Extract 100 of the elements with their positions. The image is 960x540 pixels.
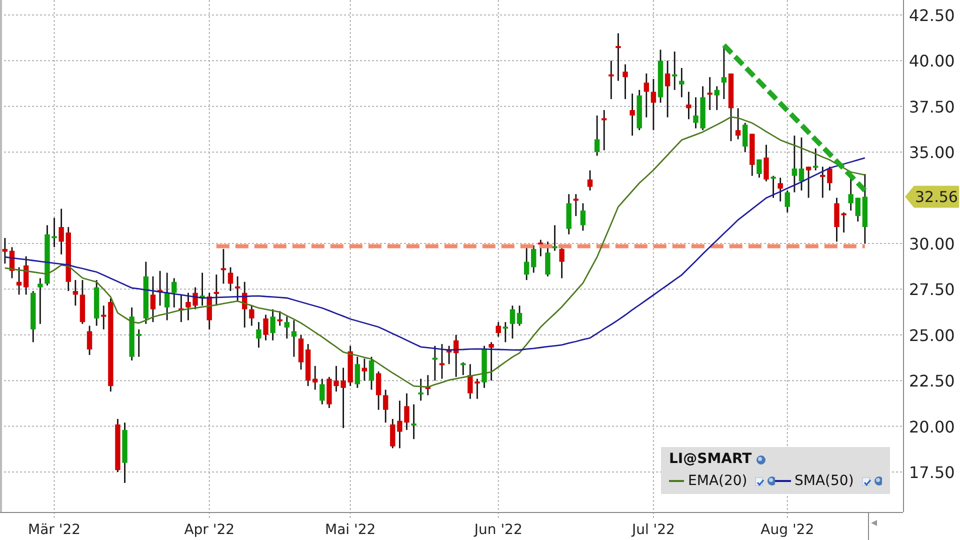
globe-icon[interactable] (756, 454, 766, 465)
line-swatch-icon (669, 479, 684, 484)
candlestick (425, 375, 430, 396)
candlestick (468, 364, 473, 399)
candlestick (242, 282, 248, 328)
candlestick (608, 60, 614, 100)
candlestick (566, 194, 572, 234)
candlestick (136, 329, 142, 357)
legend-title: LI@SMART (669, 451, 752, 468)
candlestick (482, 346, 487, 388)
candlestick (320, 378, 325, 404)
price-tag: 32.56 (905, 186, 959, 208)
candlestick (38, 278, 43, 324)
candlestick (172, 278, 177, 308)
candlestick (129, 307, 134, 360)
candlestick (587, 170, 593, 190)
candlestick (784, 190, 790, 212)
y-axis-label: 42.50 (909, 6, 955, 25)
candlestick (214, 274, 219, 306)
candlestick (531, 245, 536, 273)
candlestick (411, 404, 416, 440)
candlestick (256, 322, 262, 348)
candlestick (334, 366, 339, 392)
candlestick (348, 346, 353, 386)
candlestick (827, 166, 832, 190)
candlestick (616, 33, 621, 81)
candlestick (644, 73, 649, 118)
checkbox[interactable] (755, 476, 764, 486)
candlestick (200, 272, 205, 306)
candlestick (693, 97, 698, 128)
candlestick (855, 198, 860, 222)
x-axis-label: Aug '22 (760, 522, 814, 538)
candlestick (545, 242, 550, 276)
candlestick (778, 178, 783, 202)
candlestick (354, 356, 360, 388)
candlestick (841, 212, 846, 232)
candlestick (249, 306, 254, 326)
x-axis-label: Jun '22 (474, 522, 522, 538)
candlestick (496, 322, 501, 337)
legend-label: SMA(50) (794, 472, 854, 490)
candlestick (750, 134, 755, 176)
globe-icon[interactable] (767, 476, 776, 486)
candlestick (206, 292, 212, 330)
candlestick (66, 227, 71, 291)
candlestick (686, 92, 692, 120)
candlestick (700, 86, 706, 130)
x-axis-label: Mai '22 (325, 522, 376, 538)
candlestick (559, 245, 564, 278)
candlestick (672, 52, 678, 90)
candlestick (418, 378, 424, 401)
candlestick (397, 400, 402, 448)
globe-icon[interactable] (874, 476, 882, 486)
candlestick (594, 116, 600, 156)
candlestick (52, 218, 57, 248)
candlestick (404, 393, 410, 430)
candlestick (538, 240, 544, 256)
legend-label: EMA(20) (688, 472, 748, 490)
candlestick (474, 378, 480, 399)
line-swatch-icon (775, 479, 791, 484)
candlestick (834, 198, 840, 242)
candlestick (770, 176, 776, 198)
y-axis-label: 30.00 (909, 234, 955, 254)
y-axis-label: 27.50 (909, 280, 955, 300)
candlestick (101, 306, 106, 330)
y-axis-label: 35.00 (909, 143, 955, 162)
y-axis-label: 25.00 (909, 326, 955, 345)
candlestick (312, 366, 318, 390)
candlestick (340, 368, 346, 428)
candlestick (58, 208, 64, 254)
candlestick (263, 314, 268, 340)
candlestick (488, 342, 494, 381)
x-axis-label: Mär '22 (28, 522, 81, 538)
y-axis-label: 40.00 (909, 52, 955, 71)
candlestick (622, 64, 628, 100)
candlestick (714, 86, 720, 110)
checkbox[interactable] (862, 476, 870, 486)
candlestick (192, 287, 198, 310)
candlestick (270, 309, 276, 340)
candlestick (284, 316, 290, 339)
candlestick (390, 418, 396, 448)
candlestick (742, 122, 748, 152)
candlestick (764, 144, 769, 182)
arrow-icon[interactable] (871, 520, 877, 526)
candlestick (848, 178, 854, 211)
candlestick (30, 291, 36, 342)
y-axis-label: 22.50 (909, 372, 955, 391)
candlestick (178, 294, 184, 322)
y-axis-label: 20.00 (909, 417, 955, 436)
y-axis-label: 17.50 (909, 462, 955, 482)
candlestick (44, 225, 50, 286)
candlestick (460, 362, 466, 376)
candlestick (122, 422, 128, 483)
candlestick (115, 418, 120, 472)
candlestick (326, 376, 332, 408)
x-axis-label: Jul '22 (632, 522, 675, 538)
candlestick (524, 245, 530, 280)
candlestick (277, 311, 282, 326)
candlestick (186, 292, 191, 320)
x-axis-label: Apr '22 (184, 522, 235, 538)
candlestick (630, 94, 635, 136)
